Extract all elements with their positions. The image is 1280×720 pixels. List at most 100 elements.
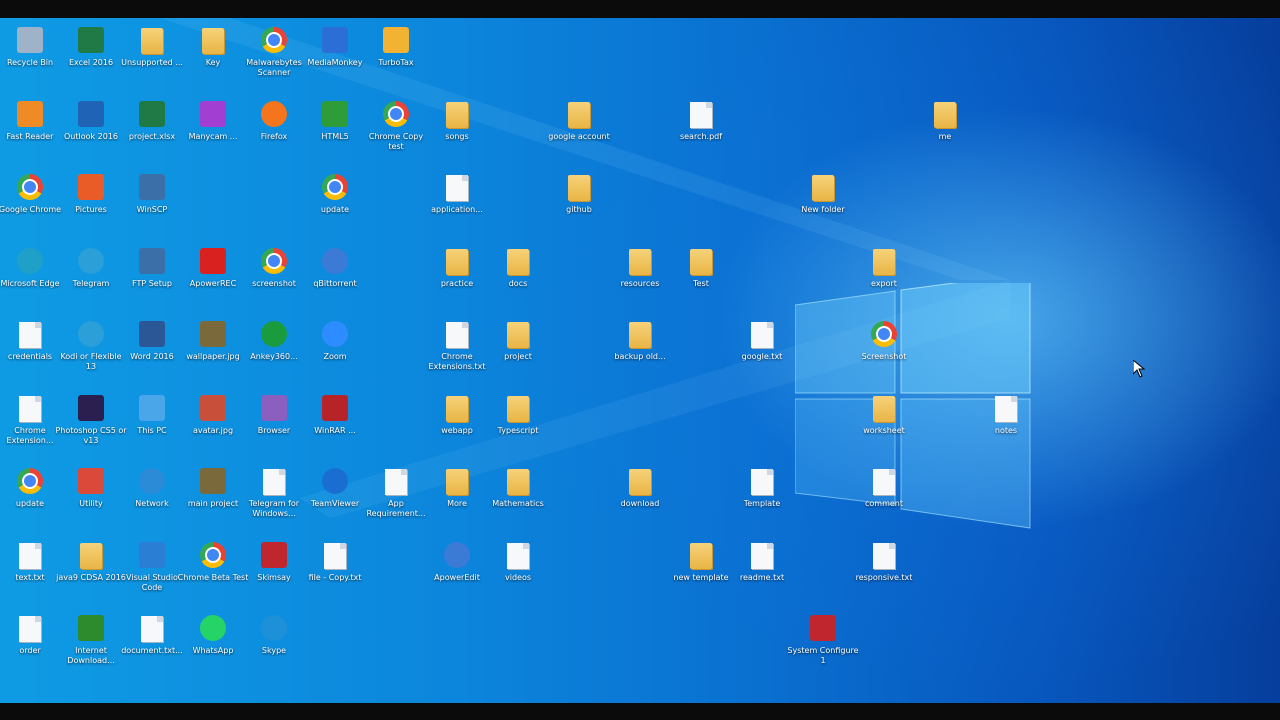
desktop-icon[interactable]: ApowerEdit — [425, 535, 489, 607]
desktop-icon[interactable]: document.txt... — [120, 608, 184, 680]
desktop-icon-label: google account — [548, 131, 610, 141]
desktop-icon[interactable]: responsive.txt — [852, 535, 916, 607]
desktop-icon[interactable]: Skimsay — [242, 535, 306, 607]
desktop-icon[interactable]: videos — [486, 535, 550, 607]
desktop-icon[interactable]: Recycle Bin — [0, 20, 62, 92]
desktop-icon[interactable]: Pictures — [59, 167, 123, 239]
desktop-icon[interactable]: Chrome Extensions.txt — [425, 314, 489, 386]
desktop-icon[interactable]: Fast Reader — [0, 94, 62, 166]
desktop-icon[interactable]: new template — [669, 535, 733, 607]
desktop-icon[interactable]: project.xlsx — [120, 94, 184, 166]
desktop-icon[interactable]: github — [547, 167, 611, 239]
desktop-icon[interactable]: notes — [974, 388, 1038, 460]
desktop-icon[interactable]: WhatsApp — [181, 608, 245, 680]
desktop-icon[interactable]: text.txt — [0, 535, 62, 607]
desktop-icon[interactable]: Malwarebytes Scanner — [242, 20, 306, 92]
desktop-icon[interactable]: Kodi or Flexible 13 — [59, 314, 123, 386]
zoom-icon — [322, 321, 348, 347]
desktop-icon[interactable]: Manycam ... — [181, 94, 245, 166]
desktop-icon[interactable]: wallpaper.jpg — [181, 314, 245, 386]
desktop-icon[interactable]: Template — [730, 461, 794, 533]
desktop-icon[interactable]: worksheet — [852, 388, 916, 460]
desktop-icon-label: search.pdf — [679, 131, 723, 141]
desktop-icon[interactable]: Chrome Copy test — [364, 94, 428, 166]
desktop-icon[interactable]: HTML5 — [303, 94, 367, 166]
desktop-icon[interactable]: google account — [547, 94, 611, 166]
desktop-icon[interactable]: Chrome Extension... — [0, 388, 62, 460]
desktop-icon[interactable]: Telegram — [59, 241, 123, 313]
desktop-icon[interactable]: FTP Setup — [120, 241, 184, 313]
desktop-icon[interactable]: Photoshop CS5 or v13 — [55, 388, 127, 460]
desktop-icon[interactable]: Screenshot — [852, 314, 916, 386]
desktop-icon[interactable]: webapp — [425, 388, 489, 460]
desktop-icon[interactable]: This PC — [120, 388, 184, 460]
desktop-icon[interactable]: More — [425, 461, 489, 533]
desktop-icon[interactable]: Internet Download... — [59, 608, 123, 680]
desktop-icon[interactable]: qBittorrent — [303, 241, 367, 313]
desktop-icon[interactable]: practice — [425, 241, 489, 313]
desktop-icon[interactable]: TurboTax — [364, 20, 428, 92]
desktop-icon[interactable]: Visual Studio Code — [120, 535, 184, 607]
desktop-icon[interactable]: Skype — [242, 608, 306, 680]
desktop-icon[interactable]: Firefox — [242, 94, 306, 166]
desktop-icon[interactable]: java9 CDSA 2016 — [56, 535, 126, 607]
desktop-icon[interactable]: update — [303, 167, 367, 239]
chrome-icon — [200, 541, 226, 568]
desktop-icon[interactable]: backup old... — [608, 314, 672, 386]
qbittorrent-icon — [322, 247, 348, 274]
app-green-icon — [261, 321, 287, 347]
desktop-icon[interactable]: Excel 2016 — [59, 20, 123, 92]
desktop-icon[interactable]: Word 2016 — [120, 314, 184, 386]
desktop-icon[interactable]: export — [852, 241, 916, 313]
desktop-icon[interactable]: Test — [669, 241, 733, 313]
desktop-icon[interactable]: Telegram for Windows... — [242, 461, 306, 533]
desktop-icon[interactable]: download — [608, 461, 672, 533]
desktop-icon[interactable]: Microsoft Edge — [0, 241, 62, 313]
desktop-icon[interactable]: Google Chrome — [0, 167, 62, 239]
desktop-icon[interactable]: New folder — [791, 167, 855, 239]
desktop-icon[interactable]: WinRAR ... — [303, 388, 367, 460]
desktop-icon[interactable]: Zoom — [303, 314, 367, 386]
desktop-icon[interactable]: application... — [425, 167, 489, 239]
desktop-icon[interactable]: project — [486, 314, 550, 386]
file-icon — [690, 101, 712, 128]
desktop-icon-label: notes — [994, 425, 1018, 435]
desktop-icon[interactable]: readme.txt — [730, 535, 794, 607]
desktop-icon[interactable]: Chrome Beta Test — [178, 535, 248, 607]
desktop-icon[interactable]: TeamViewer — [303, 461, 367, 533]
desktop-background[interactable]: Recycle Bin Excel 2016 Unsupported ... Key M… — [0, 18, 1280, 703]
folder-icon — [629, 322, 651, 348]
apoweredit-icon — [444, 541, 470, 568]
desktop-icon[interactable]: ApowerREC — [181, 241, 245, 313]
desktop-icon[interactable]: avatar.jpg — [181, 388, 245, 460]
desktop-icon[interactable]: docs — [486, 241, 550, 313]
desktop-icon[interactable]: update — [0, 461, 62, 533]
desktop-icon[interactable]: order — [0, 608, 62, 680]
desktop-icon[interactable]: resources — [608, 241, 672, 313]
desktop-icon[interactable]: Utility — [59, 461, 123, 533]
desktop-icon[interactable]: Network — [120, 461, 184, 533]
desktop-icon[interactable]: Ankey360... — [242, 314, 306, 386]
desktop-icon[interactable]: Browser — [242, 388, 306, 460]
app-red-icon — [78, 468, 104, 494]
desktop-icon[interactable]: me — [913, 94, 977, 166]
desktop-icon[interactable]: main project — [181, 461, 245, 533]
desktop-icon[interactable]: credentials — [0, 314, 62, 386]
top-black-bar — [0, 0, 1280, 18]
desktop-icon[interactable]: screenshot — [242, 241, 306, 313]
desktop-icon[interactable]: App Requirement... — [364, 461, 428, 533]
folder-icon — [629, 469, 651, 495]
desktop-icon[interactable]: Unsupported ... — [120, 20, 184, 92]
desktop-icon[interactable]: google.txt — [730, 314, 794, 386]
desktop-icon[interactable]: WinSCP — [120, 167, 184, 239]
desktop-icon[interactable]: songs — [425, 94, 489, 166]
desktop-icon[interactable]: Outlook 2016 — [59, 94, 123, 166]
desktop-icon[interactable]: search.pdf — [669, 94, 733, 166]
desktop-icon[interactable]: Key — [181, 20, 245, 92]
desktop-icon[interactable]: Mathematics — [486, 461, 550, 533]
desktop-icon[interactable]: Typescript — [486, 388, 550, 460]
desktop-icon[interactable]: System Configure 1 — [787, 608, 859, 680]
desktop-icon[interactable]: MediaMonkey — [303, 20, 367, 92]
desktop-icon[interactable]: comment — [852, 461, 916, 533]
desktop-icon[interactable]: file - Copy.txt — [303, 535, 367, 607]
